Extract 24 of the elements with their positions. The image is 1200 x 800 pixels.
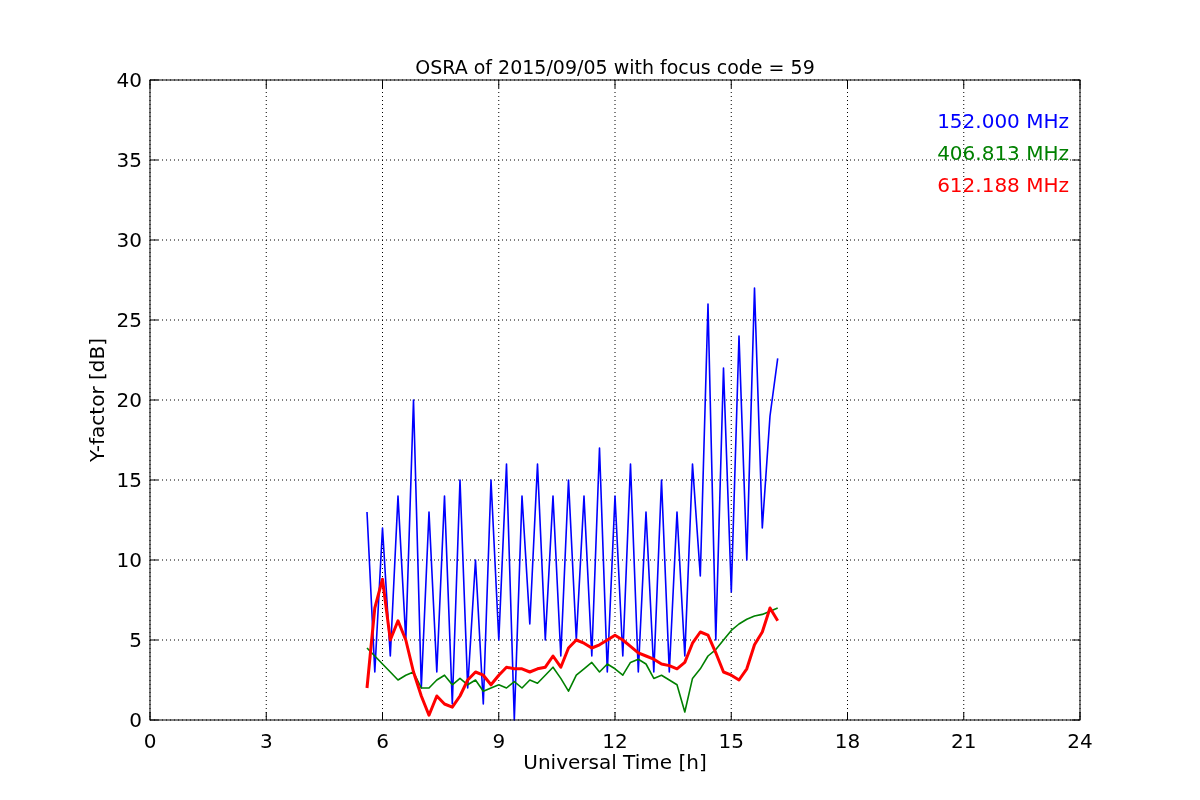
x-tick-label: 15: [718, 729, 744, 753]
legend-label: 406.813 MHz: [937, 141, 1069, 165]
y-tick-label: 15: [116, 468, 142, 492]
y-tick-label: 30: [116, 228, 142, 252]
x-tick-label: 3: [259, 729, 273, 753]
x-tick-label: 9: [492, 729, 506, 753]
legend-label: 612.188 MHz: [937, 173, 1069, 197]
y-tick-label: 35: [116, 148, 142, 172]
y-axis-label: Y-factor [dB]: [85, 338, 109, 462]
x-axis-label: Universal Time [h]: [523, 750, 707, 774]
x-tick-label: 21: [951, 729, 977, 753]
x-tick-label: 6: [376, 729, 389, 753]
y-tick-label: 25: [116, 308, 142, 332]
y-tick-label: 40: [116, 68, 142, 92]
chart-title: OSRA of 2015/09/05 with focus code = 59: [415, 56, 815, 78]
x-tick-label: 18: [834, 729, 861, 753]
legend-label: 152.000 MHz: [937, 109, 1069, 133]
y-tick-label: 20: [116, 388, 142, 412]
y-tick-label: 10: [116, 548, 142, 572]
y-tick-label: 5: [129, 628, 142, 652]
x-tick-label: 24: [1067, 729, 1093, 753]
x-tick-label: 12: [602, 729, 628, 753]
x-tick-label: 0: [143, 729, 157, 753]
y-tick-label: 0: [129, 708, 142, 732]
